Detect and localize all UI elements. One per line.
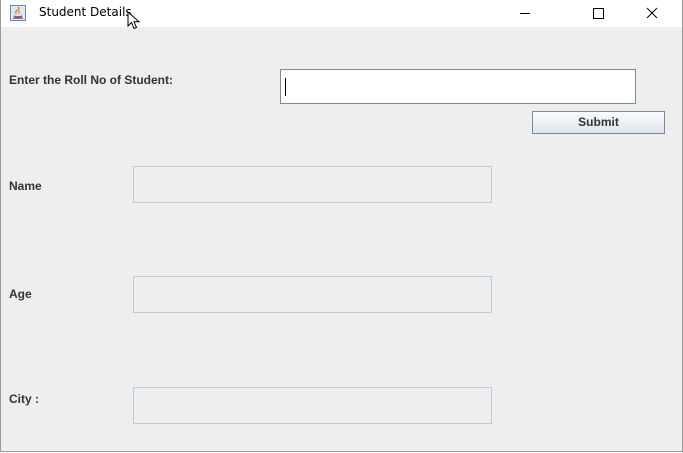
window-title: Student Details [39,5,132,19]
title-bar[interactable]: Student Details [1,0,682,30]
roll-no-input[interactable] [280,69,636,104]
minimize-icon[interactable] [503,0,547,27]
age-label: Age [9,287,32,301]
city-label: City : [9,392,39,406]
text-caret [285,78,286,96]
roll-no-label: Enter the Roll No of Student: [9,73,173,87]
name-label: Name [9,179,42,193]
age-field[interactable] [133,276,492,313]
maximize-icon[interactable] [576,0,620,27]
student-details-window: Student Details Enter the Roll No of Stu… [0,0,683,452]
city-field[interactable] [133,387,492,424]
name-field[interactable] [133,166,492,203]
java-app-icon [10,5,26,21]
close-icon[interactable] [630,0,674,27]
mouse-pointer-icon [127,11,141,30]
submit-button[interactable]: Submit [532,111,665,134]
